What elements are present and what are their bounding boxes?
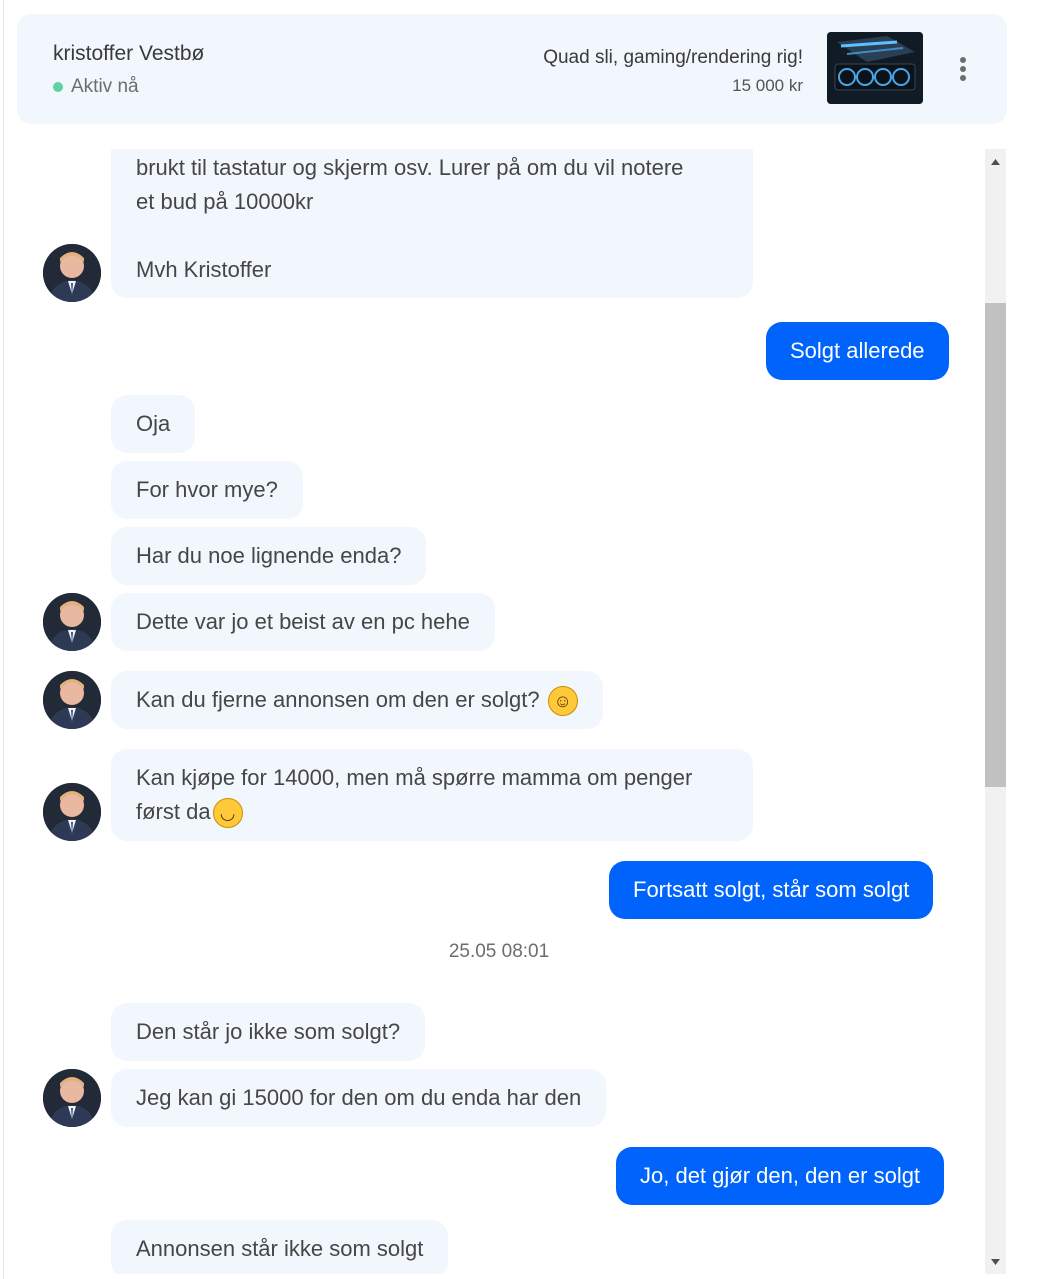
- upside-down-face-emoji: ◡: [212, 798, 243, 829]
- more-options-button[interactable]: [951, 54, 975, 88]
- message-outgoing: Jo, det gjør den, den er solgt: [616, 1147, 945, 1205]
- more-vertical-icon-dot: [960, 75, 966, 81]
- message-line: Mvh Kristoffer: [136, 257, 272, 282]
- avatar-photo: [43, 593, 101, 651]
- ad-price: 15 000 kr: [732, 76, 803, 95]
- message-incoming: Kan kjøpe for 14000, men må spørre mamma…: [111, 749, 753, 841]
- contact-name[interactable]: kristoffer Vestbø: [53, 42, 204, 66]
- ad-thumbnail[interactable]: [827, 32, 923, 104]
- scroll-up-button[interactable]: [985, 149, 1006, 173]
- grinning-sweat-emoji: ☺: [547, 686, 578, 717]
- message-outgoing: Solgt allerede: [766, 322, 949, 380]
- message-incoming: Den står jo ikke som solgt?: [111, 1003, 426, 1061]
- message-text: Kan du fjerne annonsen om den er solgt?: [136, 687, 540, 712]
- message-incoming: Kan du fjerne annonsen om den er solgt? …: [111, 671, 603, 729]
- status-text: Aktiv nå: [71, 76, 139, 97]
- more-vertical-icon-dot: [960, 66, 966, 72]
- more-vertical-icon: [960, 57, 966, 63]
- message-line: først da: [136, 799, 211, 824]
- message-timestamp: 25.05 08:01: [448, 941, 550, 962]
- message-incoming: Oja: [111, 395, 196, 453]
- message-line: et bud på 10000kr: [136, 189, 314, 214]
- message-incoming: Annonsen står ikke som solgt: [111, 1220, 449, 1274]
- ad-title[interactable]: Quad sli, gaming/rendering rig!: [543, 47, 803, 69]
- message-incoming: For hvor mye?: [111, 461, 303, 519]
- avatar-photo: [43, 783, 101, 841]
- message-incoming: Dette var jo et beist av en pc hehe: [111, 593, 495, 651]
- message-incoming: brukt til tastatur og skjerm osv. Lurer …: [111, 149, 753, 298]
- scroll-thumb[interactable]: [985, 303, 1006, 787]
- conversation-header: kristoffer Vestbø Aktiv nå Quad sli, gam…: [17, 14, 1007, 124]
- avatar[interactable]: [43, 1069, 101, 1127]
- message-line: Kan kjøpe for 14000, men må spørre mamma…: [136, 765, 693, 790]
- message-line-wrap: først da ◡: [136, 795, 728, 829]
- message-incoming: Jeg kan gi 15000 for den om du enda har …: [111, 1069, 607, 1127]
- pc-photo-image: [827, 32, 923, 104]
- caret-up-icon: [991, 159, 1000, 165]
- message-line: [136, 219, 728, 253]
- message-incoming: Har du noe lignende enda?: [111, 527, 427, 585]
- online-status: Aktiv nå: [53, 76, 139, 98]
- avatar-photo: [43, 671, 101, 729]
- message-list[interactable]: brukt til tastatur og skjerm osv. Lurer …: [0, 149, 985, 1274]
- avatar[interactable]: [43, 244, 101, 302]
- avatar[interactable]: [43, 593, 101, 651]
- avatar-photo: [43, 244, 101, 302]
- scroll-down-button[interactable]: [985, 1250, 1006, 1274]
- caret-down-icon: [991, 1259, 1000, 1265]
- message-line: brukt til tastatur og skjerm osv. Lurer …: [136, 155, 684, 180]
- avatar[interactable]: [43, 783, 101, 841]
- online-dot-icon: [53, 82, 63, 92]
- avatar-photo: [43, 1069, 101, 1127]
- message-outgoing: Fortsatt solgt, står som solgt: [609, 861, 934, 919]
- chat-scrollbar[interactable]: [985, 149, 1006, 1274]
- avatar[interactable]: [43, 671, 101, 729]
